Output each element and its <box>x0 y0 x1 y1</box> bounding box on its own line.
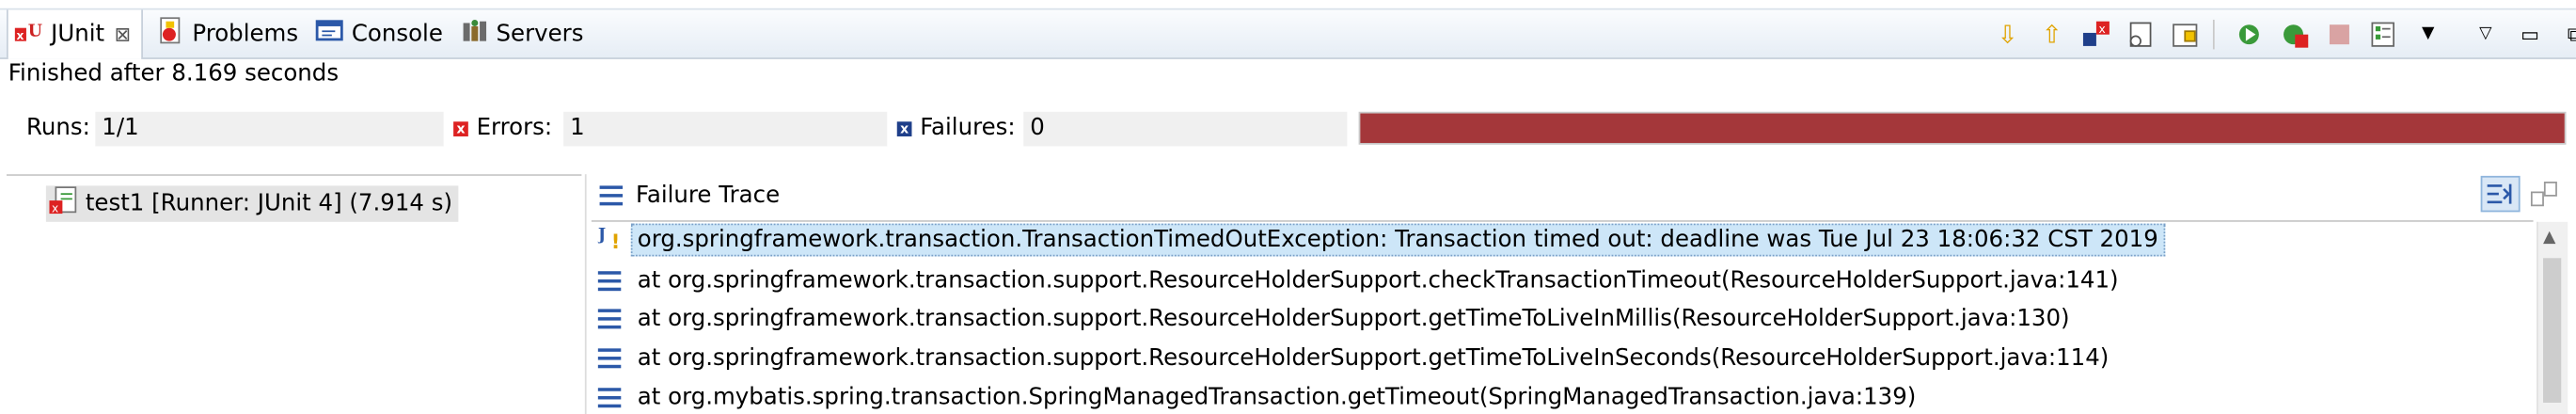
runs-value: 1/1 <box>95 111 444 147</box>
errors-label-group: x Errors: <box>453 115 552 141</box>
tab-junit[interactable]: x U JUnit ⊠ <box>6 9 143 59</box>
tab-junit-label: JUnit <box>51 21 105 48</box>
trace-line-text: at org.springframework.transaction.suppo… <box>637 267 2119 295</box>
view-menu-icon[interactable]: ▽ <box>2469 18 2502 51</box>
failure-trace-header: Failure Trace <box>599 179 781 212</box>
toolbar-separator <box>2212 19 2221 50</box>
error-icon: x <box>453 120 468 136</box>
minimize-icon[interactable]: ▭ <box>2514 18 2547 51</box>
scroll-up-icon[interactable]: ▲ <box>2543 229 2555 247</box>
stack-frame-icon <box>597 271 622 292</box>
skipped-tests-icon[interactable] <box>2125 18 2157 51</box>
failures-label: Failures: <box>920 115 1016 142</box>
junit-toolbar: ⇩ ⇧ x ▼ ▽ ▭ <box>1991 18 2576 51</box>
stack-frame-icon <box>597 309 622 329</box>
status-message: Finished after 8.169 seconds <box>8 60 340 88</box>
view-tab-bar: x U JUnit ⊠ Problems Console Servers ⇩ ⇧… <box>0 8 2576 59</box>
close-icon[interactable]: ⊠ <box>115 23 132 45</box>
errors-value: 1 <box>563 111 888 147</box>
tab-problems[interactable]: Problems <box>156 9 298 57</box>
tab-problems-label: Problems <box>192 20 299 47</box>
stack-trace-icon <box>599 185 624 206</box>
trace-line-text: at org.mybatis.spring.transaction.Spring… <box>637 384 1917 411</box>
trace-toolbar <box>2480 175 2569 213</box>
svg-text:J: J <box>598 226 606 245</box>
show-failures-only-icon[interactable]: x <box>2079 18 2112 51</box>
tree-item-test1[interactable]: x test1 [Runner: JUnit 4] (7.914 s) <box>45 185 459 222</box>
trace-line[interactable]: at org.springframework.transaction.suppo… <box>597 263 2119 298</box>
stop-test-run-icon[interactable] <box>2323 18 2356 51</box>
trace-scrollbar[interactable]: ▲ <box>2536 221 2568 414</box>
junit-icon: x U <box>14 18 44 51</box>
failure-icon: x <box>896 120 912 136</box>
svg-text:x: x <box>2099 23 2106 36</box>
svg-text:U: U <box>28 22 42 40</box>
tab-servers[interactable]: Servers <box>460 9 583 57</box>
trace-line-text: org.springframework.transaction.Transact… <box>630 223 2165 257</box>
stack-frame-icon <box>597 388 622 408</box>
svg-text:x: x <box>16 29 24 42</box>
filter-stack-trace-icon[interactable] <box>2480 175 2521 213</box>
test-error-icon: x <box>49 185 78 221</box>
tab-console[interactable]: Console <box>315 9 443 57</box>
trace-line[interactable]: at org.springframework.transaction.suppo… <box>597 301 2070 337</box>
progress-bar-fill <box>1360 113 2565 143</box>
errors-label: Errors: <box>476 115 553 142</box>
trace-line-text: at org.springframework.transaction.suppo… <box>637 344 2110 372</box>
stack-frame-icon <box>597 348 622 369</box>
failure-trace-title: Failure Trace <box>636 182 781 209</box>
tab-servers-label: Servers <box>496 20 584 47</box>
svg-text:!: ! <box>611 231 621 251</box>
trace-line[interactable]: at org.mybatis.spring.transaction.Spring… <box>597 380 1917 414</box>
problems-icon <box>156 16 185 52</box>
tab-console-label: Console <box>351 20 443 47</box>
rerun-test-icon[interactable] <box>2235 18 2268 51</box>
exception-icon: J ! <box>596 222 627 258</box>
failures-value: 0 <box>1023 111 1348 147</box>
failure-trace-list: J ! org.springframework.transaction.Tran… <box>591 220 2534 414</box>
rerun-failures-first-icon[interactable] <box>2279 18 2312 51</box>
scroll-lock-icon[interactable] <box>2169 18 2202 51</box>
compare-result-icon[interactable] <box>2525 176 2565 212</box>
history-dropdown-icon[interactable]: ▼ <box>2411 18 2444 51</box>
junit-view: x U JUnit ⊠ Problems Console Servers ⇩ ⇧… <box>0 0 2576 414</box>
scroll-thumb[interactable] <box>2543 258 2562 403</box>
trace-line-text: at org.springframework.transaction.suppo… <box>637 305 2070 332</box>
runs-label: Runs: <box>25 115 90 142</box>
test-progress-bar <box>1358 111 2567 145</box>
servers-icon <box>460 17 489 50</box>
trace-line-exception[interactable]: J ! org.springframework.transaction.Tran… <box>596 222 2165 258</box>
svg-text:x: x <box>52 201 58 215</box>
failures-label-group: x Failures: <box>896 115 1016 142</box>
tree-item-label: test1 [Runner: JUnit 4] (7.914 s) <box>85 190 452 217</box>
previous-failure-icon[interactable]: ⇧ <box>2035 18 2068 51</box>
pane-sash[interactable] <box>584 174 587 414</box>
test-tree: x test1 [Runner: JUnit 4] (7.914 s) <box>6 174 582 414</box>
maximize-icon[interactable]: ⧉ <box>2558 18 2576 51</box>
test-run-history-icon[interactable] <box>2367 18 2400 51</box>
console-icon <box>315 17 344 50</box>
trace-line[interactable]: at org.springframework.transaction.suppo… <box>597 341 2110 376</box>
next-failure-icon[interactable]: ⇩ <box>1991 18 2024 51</box>
